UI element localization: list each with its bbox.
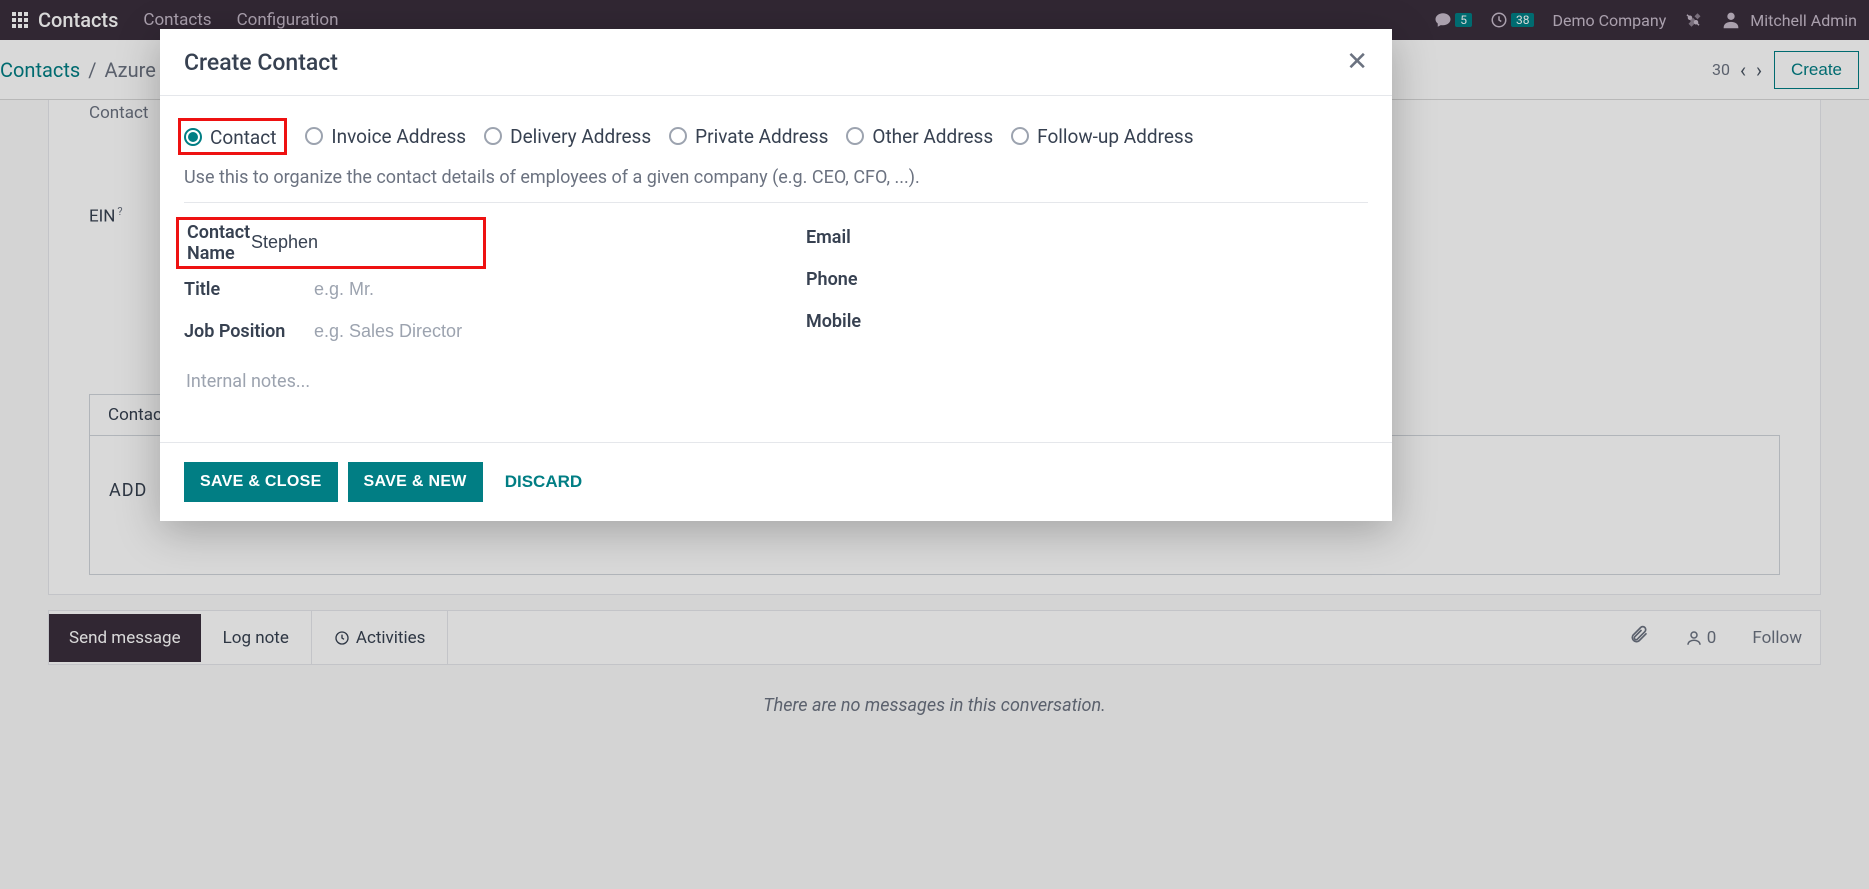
radio-circle-icon bbox=[669, 127, 687, 145]
email-row: Email bbox=[806, 217, 1368, 259]
phone-input[interactable] bbox=[936, 265, 1368, 294]
modal-body: Contact Invoice Address Delivery Address… bbox=[160, 96, 1392, 442]
form-grid: Contact Name Title Job Position Email bbox=[184, 203, 1368, 353]
phone-label: Phone bbox=[806, 269, 936, 290]
modal-header: Create Contact ✕ bbox=[160, 29, 1392, 96]
discard-button[interactable]: DISCARD bbox=[493, 461, 594, 503]
radio-delivery-label: Delivery Address bbox=[510, 125, 651, 148]
radio-circle-icon bbox=[1011, 127, 1029, 145]
radio-circle-icon bbox=[846, 127, 864, 145]
highlight-contact-name-row: Contact Name bbox=[176, 217, 486, 269]
highlight-contact-radio: Contact bbox=[178, 118, 287, 155]
radio-delivery-address[interactable]: Delivery Address bbox=[484, 125, 651, 148]
contact-name-row: Contact Name bbox=[187, 222, 483, 264]
radio-invoice-label: Invoice Address bbox=[331, 125, 466, 148]
internal-notes-input[interactable]: Internal notes... bbox=[184, 363, 1368, 432]
radio-dot-icon bbox=[184, 128, 202, 146]
phone-row: Phone bbox=[806, 259, 1368, 301]
title-input[interactable] bbox=[314, 275, 746, 304]
close-icon[interactable]: ✕ bbox=[1346, 47, 1368, 77]
radio-followup-label: Follow-up Address bbox=[1037, 125, 1193, 148]
title-row: Title bbox=[184, 269, 746, 311]
radio-contact-label: Contact bbox=[210, 126, 276, 149]
job-position-label: Job Position bbox=[184, 321, 314, 342]
radio-followup-address[interactable]: Follow-up Address bbox=[1011, 125, 1193, 148]
contact-name-input[interactable] bbox=[251, 228, 483, 257]
email-input[interactable] bbox=[936, 223, 1368, 252]
modal-footer: SAVE & CLOSE SAVE & NEW DISCARD bbox=[160, 442, 1392, 521]
radio-private-address[interactable]: Private Address bbox=[669, 125, 828, 148]
mobile-label: Mobile bbox=[806, 311, 936, 332]
job-position-input[interactable] bbox=[314, 317, 746, 346]
radio-circle-icon bbox=[305, 127, 323, 145]
contact-type-radio-group: Contact Invoice Address Delivery Address… bbox=[184, 118, 1368, 155]
mobile-row: Mobile bbox=[806, 301, 1368, 343]
title-label: Title bbox=[184, 279, 314, 300]
modal-title: Create Contact bbox=[184, 49, 338, 76]
job-position-row: Job Position bbox=[184, 311, 746, 353]
radio-other-label: Other Address bbox=[872, 125, 993, 148]
radio-private-label: Private Address bbox=[695, 125, 828, 148]
radio-circle-icon bbox=[484, 127, 502, 145]
create-contact-modal: Create Contact ✕ Contact Invoice Address… bbox=[160, 29, 1392, 521]
save-close-button[interactable]: SAVE & CLOSE bbox=[184, 462, 338, 502]
email-label: Email bbox=[806, 227, 936, 248]
save-new-button[interactable]: SAVE & NEW bbox=[348, 462, 483, 502]
contact-type-hint: Use this to organize the contact details… bbox=[184, 167, 1368, 188]
radio-invoice-address[interactable]: Invoice Address bbox=[305, 125, 466, 148]
radio-other-address[interactable]: Other Address bbox=[846, 125, 993, 148]
mobile-input[interactable] bbox=[936, 307, 1368, 336]
contact-name-label: Contact Name bbox=[187, 222, 251, 264]
radio-contact[interactable]: Contact bbox=[184, 126, 276, 149]
